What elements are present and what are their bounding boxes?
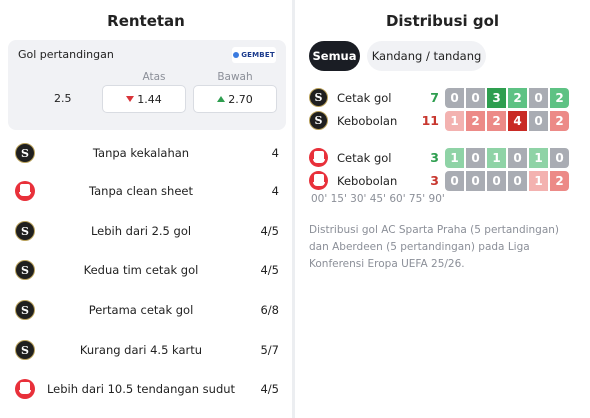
streak-row[interactable]: S Tanpa kekalahan 4 <box>0 134 292 172</box>
streak-value: 4/5 <box>260 263 279 277</box>
interval-cell: 2 <box>550 88 569 108</box>
streak-value: 4 <box>271 146 279 160</box>
streak-row[interactable]: S Lebih dari 2.5 gol 4/5 <box>0 212 292 250</box>
tab-home-away[interactable]: Kandang / tandang <box>367 41 486 71</box>
streaks-panel: Rentetan Gol pertandingan GEMBET Atas Ba… <box>0 0 292 418</box>
streak-row[interactable]: S Kurang dari 4.5 kartu 5/7 <box>0 331 292 369</box>
goals-scored-row: S Cetak gol 7 0 0 3 2 0 2 <box>309 88 579 108</box>
streaks-title: Rentetan <box>107 12 185 30</box>
sparta-crest-icon: S <box>309 111 328 130</box>
over-label: Atas <box>142 71 166 83</box>
interval-cell: 0 <box>466 148 485 168</box>
tab-all[interactable]: Semua <box>309 41 360 71</box>
interval-cell: 0 <box>508 148 527 168</box>
interval-cell: 2 <box>550 171 569 191</box>
interval-cell: 2 <box>466 111 485 131</box>
interval-cell: 1 <box>487 148 506 168</box>
row-total: 3 <box>430 150 439 165</box>
sparta-crest-icon: S <box>15 143 35 163</box>
aberdeen-crest-icon <box>309 171 328 190</box>
interval-cell: 2 <box>487 111 506 131</box>
trend-up-icon <box>217 96 226 102</box>
interval-cells: 003202 <box>445 88 569 108</box>
streak-row[interactable]: S Kedua tim cetak gol 4/5 <box>0 251 292 289</box>
interval-cell: 1 <box>445 111 464 131</box>
goals-conceded-row: Kebobolan 3 0 0 0 0 1 2 <box>309 171 579 191</box>
streak-label: Kurang dari 4.5 kartu <box>79 343 203 357</box>
streak-row[interactable]: Lebih dari 10.5 tendangan sudut 4/5 <box>0 370 292 408</box>
row-total: 11 <box>421 113 439 128</box>
aberdeen-crest-icon <box>15 181 35 201</box>
interval-cell: 0 <box>508 171 527 191</box>
interval-cell: 0 <box>487 171 506 191</box>
interval-cells: 000012 <box>445 171 569 191</box>
streak-row[interactable]: S Pertama cetak gol 6/8 <box>0 291 292 329</box>
over-odds-button[interactable]: 1.44 <box>102 85 186 113</box>
row-label: Cetak gol <box>337 91 392 105</box>
streak-row[interactable]: Tanpa clean sheet 4 <box>0 172 292 210</box>
interval-cell: 1 <box>529 148 548 168</box>
under-label: Bawah <box>217 71 253 83</box>
streak-label: Tanpa clean sheet <box>89 184 193 198</box>
goal-distribution-panel: Distribusi gol Semua Kandang / tandang <box>295 0 590 418</box>
bookmaker-icon <box>233 52 240 58</box>
interval-cell: 4 <box>508 111 527 131</box>
interval-cell: 3 <box>487 88 506 108</box>
streak-value: 4/5 <box>260 224 279 238</box>
interval-cell: 1 <box>445 148 464 168</box>
odds-title: Gol pertandingan <box>18 48 114 61</box>
distribution-description: Distribusi gol AC Sparta Praha (5 pertan… <box>309 224 560 270</box>
interval-cell: 1 <box>529 171 548 191</box>
interval-cell: 0 <box>445 171 464 191</box>
interval-cells: 101010 <box>445 148 569 168</box>
streak-label: Lebih dari 10.5 tendangan sudut <box>46 382 236 396</box>
interval-cell: 0 <box>550 148 569 168</box>
row-label: Kebobolan <box>337 174 398 188</box>
goals-conceded-row: S Kebobolan 11 1 2 2 4 0 2 <box>309 111 579 131</box>
interval-cell: 2 <box>508 88 527 108</box>
streak-value: 4/5 <box>260 382 279 396</box>
time-axis-ticks: 00' 15' 30' 45' 60' 75' 90' <box>311 193 445 205</box>
match-goals-odds-card: Gol pertandingan GEMBET Atas Bawah 2.5 1… <box>8 40 286 130</box>
streak-label: Tanpa kekalahan <box>92 146 190 160</box>
distribution-title: Distribusi gol <box>385 12 500 30</box>
interval-cell: 2 <box>550 111 569 131</box>
streak-label: Pertama cetak gol <box>88 303 194 317</box>
row-label: Cetak gol <box>337 151 392 165</box>
bookmaker-logo[interactable]: GEMBET <box>232 47 276 63</box>
interval-cell: 0 <box>529 88 548 108</box>
aberdeen-crest-icon <box>15 379 35 399</box>
under-odds-button[interactable]: 2.70 <box>193 85 277 113</box>
interval-cell: 0 <box>445 88 464 108</box>
row-total: 3 <box>430 173 439 188</box>
streak-value: 4 <box>271 184 279 198</box>
interval-cell: 0 <box>529 111 548 131</box>
sparta-crest-icon: S <box>309 88 328 107</box>
sparta-crest-icon: S <box>15 340 35 360</box>
row-label: Kebobolan <box>337 114 398 128</box>
streak-value: 6/8 <box>260 303 279 317</box>
goals-scored-row: Cetak gol 3 1 0 1 0 1 0 <box>309 148 579 168</box>
streak-label: Kedua tim cetak gol <box>83 263 199 277</box>
interval-cell: 0 <box>466 171 485 191</box>
interval-cell: 0 <box>466 88 485 108</box>
streak-label: Lebih dari 2.5 gol <box>90 224 192 238</box>
row-total: 7 <box>430 90 439 105</box>
sparta-crest-icon: S <box>15 300 35 320</box>
aberdeen-crest-icon <box>309 148 328 167</box>
odds-line: 2.5 <box>54 92 72 105</box>
streak-value: 5/7 <box>260 343 279 357</box>
interval-cells: 122402 <box>445 111 569 131</box>
trend-down-icon <box>126 96 135 102</box>
sparta-crest-icon: S <box>15 260 35 280</box>
sparta-crest-icon: S <box>15 221 35 241</box>
